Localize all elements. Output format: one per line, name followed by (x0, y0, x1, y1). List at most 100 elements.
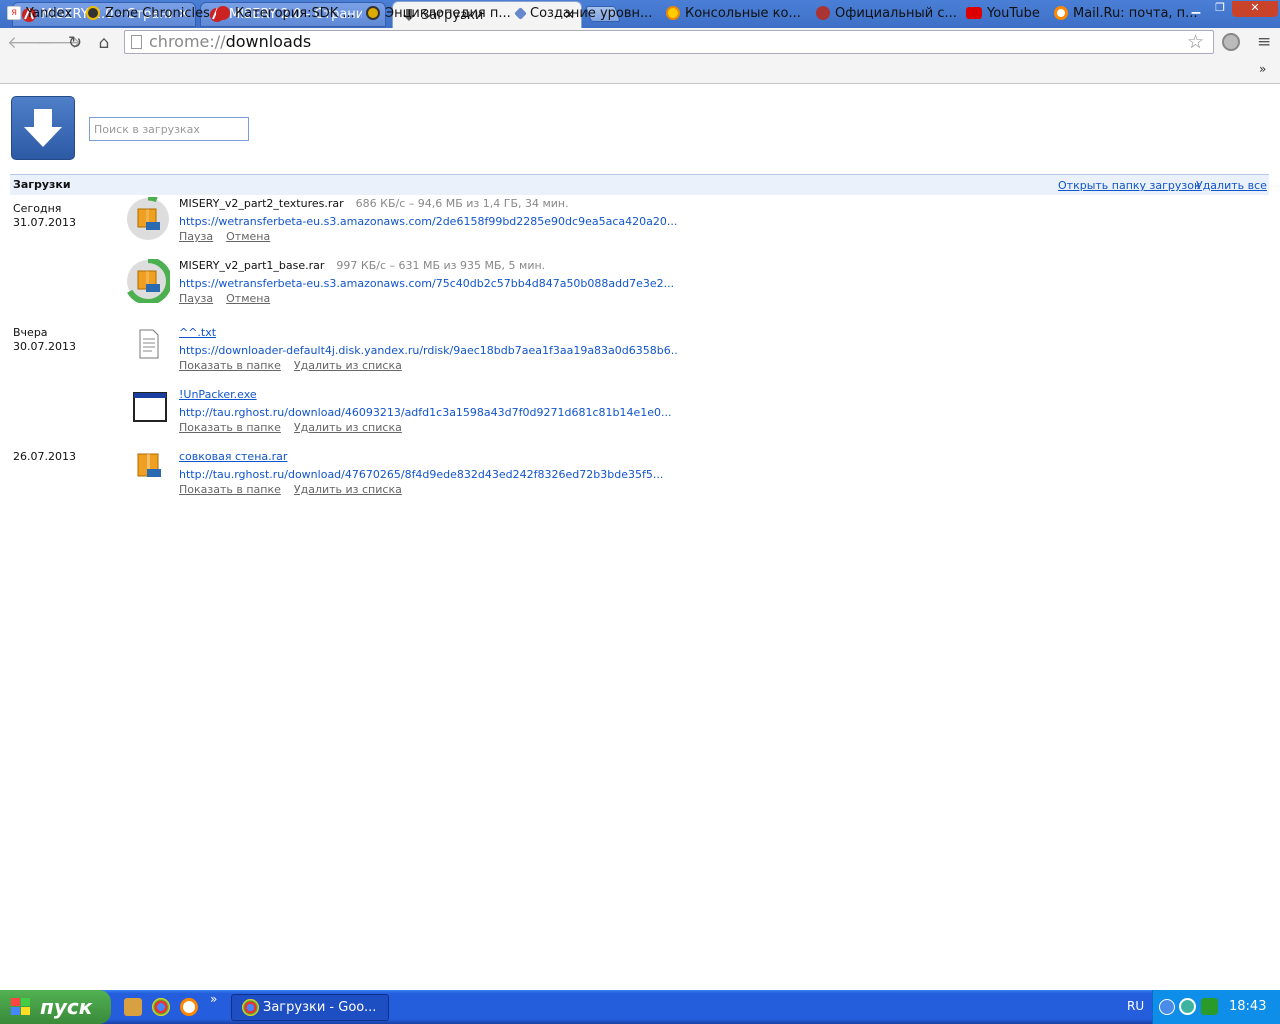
bookmark-label: Энциклопедия п... (385, 5, 511, 21)
remove-from-list-link[interactable]: Удалить из списка (294, 421, 402, 434)
downloads-header: Загрузки Открыть папку загрузок Удалить … (10, 174, 1269, 195)
download-item: MISERY_v2_part2_textures.rar 686 КБ/с – 9… (124, 197, 724, 257)
diamond-icon (514, 6, 527, 20)
date-group-today: Сегодня 31.07.2013 (13, 202, 76, 230)
bookmark-label: Zone Chronicles (105, 5, 210, 21)
download-item: ^^.txt https://downloader-default4j.disk… (124, 326, 724, 386)
bookmark-yandex[interactable]: я Yandex (7, 4, 72, 22)
download-url-link[interactable]: http://tau.rghost.ru/download/47670265/8… (179, 468, 679, 481)
page-title: Загрузки (13, 178, 71, 191)
radiation-icon (666, 6, 680, 20)
pause-link[interactable]: Пауза (179, 292, 213, 305)
chrome-icon (242, 999, 259, 1016)
security-icon[interactable] (1201, 998, 1218, 1015)
file-name-link[interactable]: !UnPacker.exe (179, 388, 257, 401)
reload-icon[interactable]: ↻ (65, 33, 85, 53)
bookmark-sdk-category[interactable]: Категория:SDK ... (216, 4, 355, 22)
file-name-link[interactable]: совковая стена.rar (179, 450, 287, 463)
bookmark-label: Yandex (26, 5, 73, 21)
download-item: совковая стена.rar http://tau.rghost.ru/… (124, 450, 724, 510)
bookmark-label: Официальный с... (835, 5, 957, 21)
language-indicator[interactable]: RU (1127, 999, 1144, 1013)
download-actions: Пауза Отмена (179, 230, 283, 243)
network-icon[interactable] (1179, 998, 1196, 1015)
date-title: Сегодня (13, 202, 62, 215)
clock[interactable]: 18:43 (1229, 999, 1266, 1014)
pause-link[interactable]: Пауза (179, 230, 213, 243)
date-value: 30.07.2013 (13, 340, 76, 353)
date-title: Вчера (13, 326, 48, 339)
file-name-link[interactable]: ^^.txt (179, 326, 216, 339)
home-icon[interactable]: ⌂ (94, 33, 114, 53)
clear-all-link[interactable]: Удалить все (1196, 179, 1267, 192)
date-group-26-07: 26.07.2013 (13, 450, 76, 464)
download-actions: Показать в папке Удалить из списка (179, 421, 415, 434)
bookmark-youtube[interactable]: YouTube (966, 4, 1040, 22)
open-downloads-folder-link[interactable]: Открыть папку загрузок (1058, 179, 1201, 192)
bookmark-label: Создание уровн... (530, 5, 653, 21)
download-actions: Пауза Отмена (179, 292, 283, 305)
remove-from-list-link[interactable]: Удалить из списка (294, 359, 402, 372)
bookmark-label: Mail.Ru: почта, п... (1073, 5, 1198, 21)
rar-archive-icon (126, 197, 170, 241)
download-url-link[interactable]: https://wetransferbeta-eu.s3.amazonaws.c… (179, 215, 679, 228)
start-button[interactable]: пуск (0, 990, 111, 1024)
show-desktop-icon[interactable] (124, 998, 142, 1016)
youtube-icon (966, 7, 982, 19)
cancel-link[interactable]: Отмена (226, 230, 270, 243)
download-actions: Показать в папке Удалить из списка (179, 483, 415, 496)
bookmark-star-icon[interactable]: ☆ (1187, 31, 1204, 53)
bookmark-label: Категория:SDK ... (235, 5, 355, 21)
address-path: downloads (225, 32, 312, 51)
downloads-page: Загрузки Открыть папку загрузок Удалить … (0, 85, 1280, 990)
show-in-folder-link[interactable]: Показать в папке (179, 359, 281, 372)
date-value: 26.07.2013 (13, 450, 76, 463)
address-scheme: chrome:// (149, 32, 226, 51)
download-url-link[interactable]: https://wetransferbeta-eu.s3.amazonaws.c… (179, 277, 679, 290)
forward-arrow-icon[interactable]: 🡒 (36, 33, 82, 53)
mailru-icon (1054, 6, 1068, 20)
search-downloads-input[interactable] (89, 117, 249, 141)
menu-icon[interactable]: ≡ (1257, 32, 1271, 52)
bookmarks-overflow-button[interactable]: » (1259, 62, 1266, 76)
cancel-link[interactable]: Отмена (226, 292, 270, 305)
remove-from-list-link[interactable]: Удалить из списка (294, 483, 402, 496)
download-status: 997 КБ/с – 631 МБ из 935 МБ, 5 мин. (336, 259, 546, 272)
bookmark-level-creation[interactable]: Создание уровн... (514, 4, 653, 22)
download-item: MISERY_v2_part1_base.rar 997 КБ/с – 631 М… (124, 259, 724, 319)
file-name: MISERY_v2_part1_base.rar 997 КБ/с – 631 М… (179, 259, 546, 272)
radiation-icon (86, 6, 100, 20)
back-arrow-icon[interactable]: 🡐 (7, 33, 53, 53)
text-file-icon (139, 329, 159, 359)
taskbar-item-label: Загрузки - Goo... (263, 1000, 377, 1015)
bookmarks-bar (0, 58, 1280, 84)
show-in-folder-link[interactable]: Показать в папке (179, 421, 281, 434)
bookmark-console-commands[interactable]: Консольные ко... (666, 4, 801, 22)
misery-icon (816, 6, 830, 20)
rar-archive-icon (126, 259, 170, 303)
rar-archive-icon (137, 453, 161, 477)
bookmark-encyclopedia[interactable]: Энциклопедия п... (366, 4, 511, 22)
address-bar[interactable]: chrome://downloads (124, 30, 1214, 54)
download-url-link[interactable]: http://tau.rghost.ru/download/46093213/a… (179, 406, 679, 419)
date-value: 31.07.2013 (13, 216, 76, 229)
bookmark-zone-chronicles[interactable]: Zone Chronicles (86, 4, 210, 22)
mailru-agent-icon[interactable] (180, 998, 198, 1016)
chrome-icon[interactable] (152, 998, 170, 1016)
download-status: 686 КБ/с – 94,6 МБ из 1,4 ГБ, 34 мин. (355, 197, 569, 210)
windows-flag-icon (11, 998, 30, 1015)
show-in-folder-link[interactable]: Показать в папке (179, 483, 281, 496)
download-url-link[interactable]: https://downloader-default4j.disk.yandex… (179, 344, 679, 357)
extension-icon[interactable] (1222, 33, 1240, 51)
bookmark-label: Консольные ко... (685, 5, 801, 21)
file-name: MISERY_v2_part2_textures.rar 686 КБ/с – 9… (179, 197, 569, 210)
yandex-icon: я (7, 6, 21, 20)
close-window-button[interactable]: ✕ (1232, 1, 1278, 17)
taskbar-item-downloads[interactable]: Загрузки - Goo... (231, 994, 389, 1021)
maximize-button[interactable]: ❐ (1208, 1, 1232, 17)
tray-expand-icon[interactable] (1159, 999, 1175, 1015)
exe-file-icon (133, 392, 167, 422)
bookmark-official-site[interactable]: Официальный с... (816, 4, 957, 22)
bookmark-mailru[interactable]: Mail.Ru: почта, п... (1054, 4, 1198, 22)
quicklaunch-more-button[interactable]: » (210, 992, 217, 1006)
